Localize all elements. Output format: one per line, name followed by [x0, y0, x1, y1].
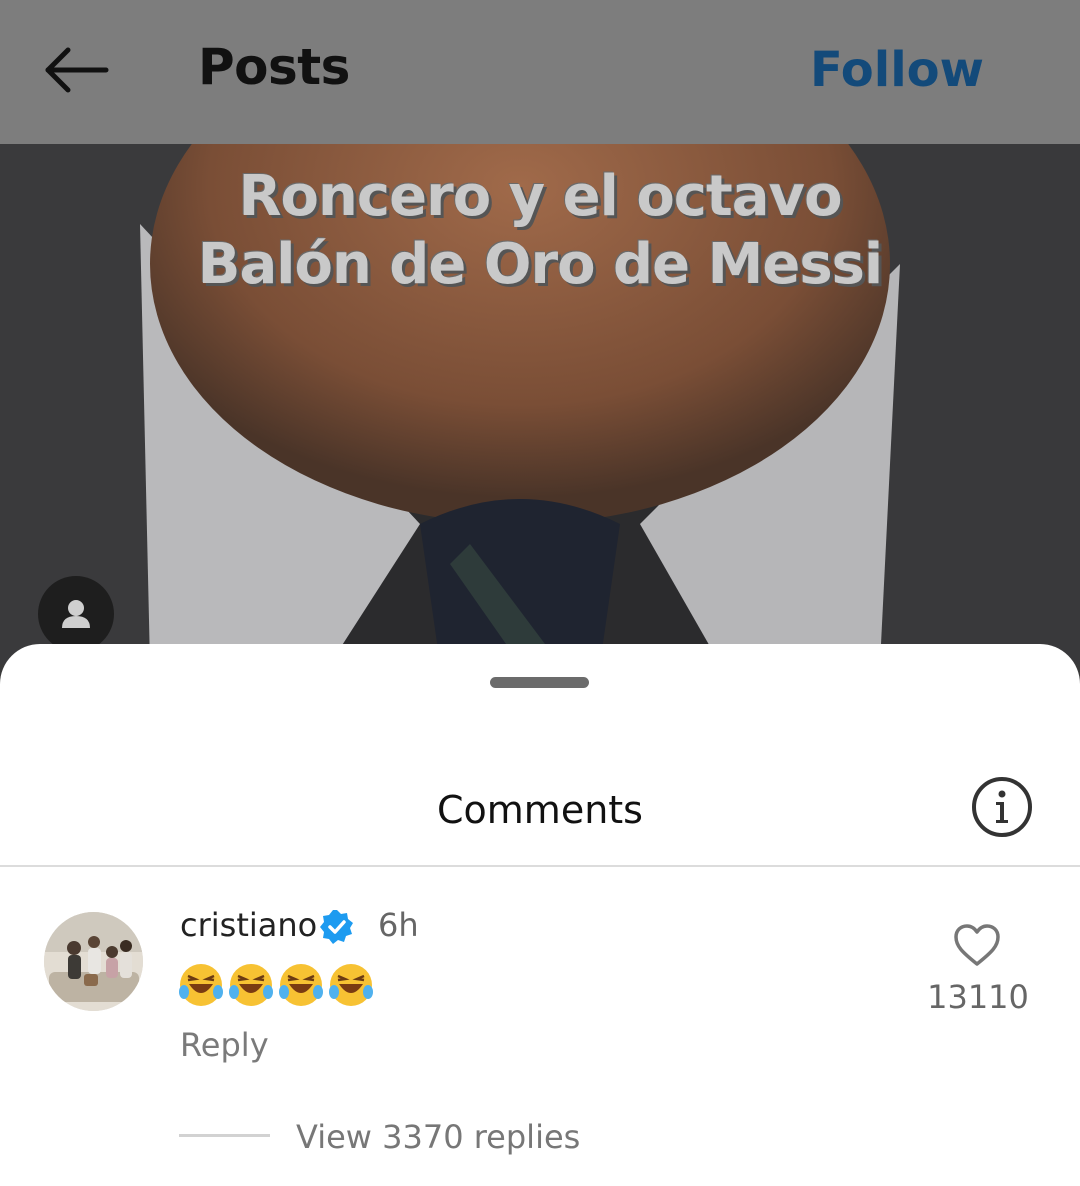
follow-button[interactable]: Follow: [810, 42, 984, 98]
like-count: 13110: [927, 978, 1029, 1016]
comment-text: 😂😂😂😂: [179, 964, 373, 1006]
replies-divider: [179, 1134, 270, 1137]
sheet-drag-handle[interactable]: [490, 677, 589, 688]
laughing-emoji-icon: [329, 964, 373, 1006]
comments-title: Comments: [437, 788, 643, 832]
info-icon: [972, 777, 1032, 837]
arrow-left-icon: [45, 47, 109, 93]
laughing-emoji-icon: [179, 964, 223, 1006]
page-title: Posts: [198, 38, 350, 96]
info-button[interactable]: [970, 775, 1034, 839]
avatar-photo: [44, 912, 143, 1011]
like-button[interactable]: [952, 922, 1002, 968]
laughing-emoji-icon: [279, 964, 323, 1006]
comment-time: 6h: [378, 906, 419, 944]
comments-sheet: Comments cristiano 6h Reply 13110 View 3…: [0, 644, 1080, 1186]
laughing-emoji-icon: [229, 964, 273, 1006]
tagged-people-button[interactable]: [38, 576, 114, 652]
heart-icon: [954, 924, 1000, 966]
person-icon: [62, 600, 90, 628]
avatar[interactable]: [44, 912, 143, 1011]
back-button[interactable]: [40, 42, 112, 98]
divider: [0, 865, 1080, 867]
view-replies-button[interactable]: View 3370 replies: [296, 1118, 580, 1156]
video-caption-line1: Roncero y el octavo: [238, 164, 842, 229]
video-player[interactable]: Roncero y el octavo Balón de Oro de Mess…: [0, 144, 1080, 664]
video-caption-line2: Balón de Oro de Messi: [197, 232, 883, 297]
reply-button[interactable]: Reply: [180, 1026, 269, 1064]
top-bar: Posts Follow: [0, 0, 1080, 144]
verified-badge-icon: [320, 910, 353, 944]
comment-username[interactable]: cristiano: [180, 906, 317, 944]
